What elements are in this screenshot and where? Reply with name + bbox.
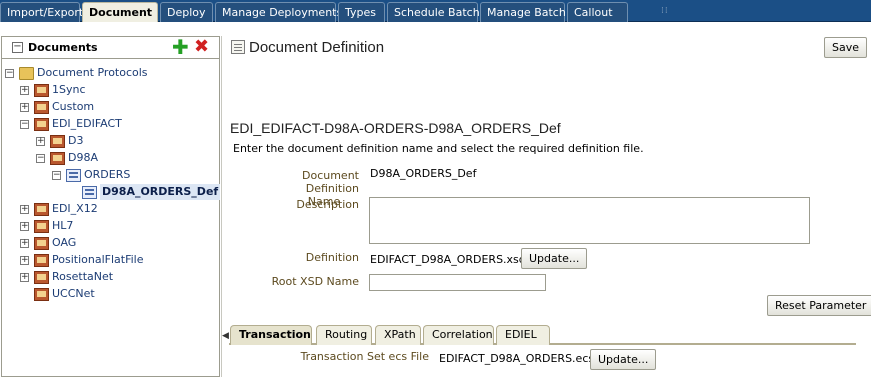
tab-schedule-batch[interactable]: Schedule Batch xyxy=(387,2,480,22)
tab-callout[interactable]: Callout xyxy=(567,2,628,22)
document-protocol-icon xyxy=(50,134,65,148)
tab-document[interactable]: Document xyxy=(82,2,158,22)
toolbar-grip-icon: ⁞⁞ xyxy=(661,6,669,16)
tree-node-label: PositionalFlatFile xyxy=(52,253,144,266)
top-tab-bar: Import/Export Document Deploy Manage Dep… xyxy=(0,0,871,22)
tree-node-label: Custom xyxy=(52,100,95,113)
tree-node-label: OAG xyxy=(52,236,77,249)
tree-node-edi-x12[interactable]: + EDI_X12 xyxy=(20,201,98,218)
document-protocol-icon xyxy=(50,151,65,165)
expand-icon[interactable]: + xyxy=(20,204,29,214)
tree-node-document-protocols[interactable]: − Document Protocols xyxy=(5,65,148,82)
document-protocol-icon xyxy=(34,236,49,250)
definition-file-value: EDIFACT_D98A_ORDERS.xsd xyxy=(370,253,526,266)
document-protocol-icon xyxy=(34,202,49,216)
tab-manage-batch[interactable]: Manage Batch xyxy=(480,2,566,22)
tree-node-oag[interactable]: + OAG xyxy=(20,235,76,252)
navigator-title: Documents xyxy=(28,41,98,54)
expand-icon[interactable]: + xyxy=(20,221,29,231)
document-definition-icon xyxy=(82,185,97,199)
collapse-left-arrow-icon[interactable]: ◀ xyxy=(222,331,229,341)
expand-icon[interactable]: + xyxy=(36,136,45,146)
tree-node-d98a-orders-def[interactable]: D98A_ORDERS_Def xyxy=(82,184,221,201)
definition-update-button[interactable]: Update... xyxy=(521,248,588,269)
document-protocol-icon xyxy=(34,117,49,131)
instruction-text: Enter the document definition name and s… xyxy=(233,142,644,155)
document-protocol-icon xyxy=(34,83,49,97)
definition-heading: EDI_EDIFACT-D98A-ORDERS-D98A_ORDERS_Def xyxy=(230,120,561,136)
document-protocol-icon xyxy=(34,253,49,267)
tab-manage-deployments[interactable]: Manage Deployments xyxy=(215,2,342,22)
document-protocol-icon xyxy=(34,287,49,301)
definition-sub-tabs: Transaction Routing XPath Correlation ED… xyxy=(229,323,856,345)
delete-icon[interactable]: ✖ xyxy=(194,38,209,56)
tree-node-label: ORDERS xyxy=(84,168,131,181)
tree-node-label: 1Sync xyxy=(52,83,86,96)
tab-import-export[interactable]: Import/Export xyxy=(0,2,83,22)
tree-node-custom[interactable]: + Custom xyxy=(20,99,94,116)
tab-correlation[interactable]: Correlation xyxy=(423,325,494,345)
transaction-set-ecs-file-label: Transaction Set ecs File xyxy=(300,350,429,363)
tree-node-orders[interactable]: − ORDERS xyxy=(52,167,130,184)
document-protocol-icon xyxy=(34,270,49,284)
collapse-panel-icon[interactable]: − xyxy=(12,42,23,53)
expand-icon[interactable]: + xyxy=(20,102,29,112)
tab-deploy[interactable]: Deploy xyxy=(160,2,213,22)
tab-xpath[interactable]: XPath xyxy=(375,325,421,345)
tree-node-label: D98A_ORDERS_Def xyxy=(100,184,221,200)
plus-icon[interactable]: ✚ xyxy=(172,37,189,57)
expand-icon[interactable]: + xyxy=(20,255,29,265)
expand-icon[interactable]: + xyxy=(20,85,29,95)
folder-icon xyxy=(19,66,34,80)
save-button[interactable]: Save xyxy=(824,37,868,58)
tree-node-label: D98A xyxy=(68,151,98,164)
tab-routing[interactable]: Routing xyxy=(316,325,372,345)
transaction-tab-content: Transaction Set ecs File EDIFACT_D98A_OR… xyxy=(229,345,856,377)
tab-transaction[interactable]: Transaction xyxy=(230,325,312,345)
tree-node-label: EDI_X12 xyxy=(52,202,98,215)
reset-parameter-button[interactable]: Reset Parameter xyxy=(767,295,871,316)
tree-node-label: RosettaNet xyxy=(52,270,114,283)
collapse-icon[interactable]: − xyxy=(5,68,14,78)
description-textarea[interactable] xyxy=(369,197,810,244)
tree-node-rosettanet[interactable]: + RosettaNet xyxy=(20,269,113,286)
document-protocol-icon xyxy=(34,100,49,114)
document-definition-name-value: D98A_ORDERS_Def xyxy=(370,167,477,180)
definition-label: Definition xyxy=(305,251,359,264)
document-protocol-icon xyxy=(34,219,49,233)
document-definition-panel: Document Definition Save EDI_EDIFACT-D98… xyxy=(229,36,871,377)
document-definition-icon xyxy=(231,40,245,54)
name-label-line-1: Document Definition xyxy=(302,169,359,195)
tree-node-positionalflatfile[interactable]: + PositionalFlatFile xyxy=(20,252,143,269)
tree-node-label: HL7 xyxy=(52,219,74,232)
tree-node-label: UCCNet xyxy=(52,287,95,300)
collapse-icon[interactable]: − xyxy=(20,119,29,129)
expand-icon[interactable]: + xyxy=(20,238,29,248)
collapse-icon[interactable]: − xyxy=(36,153,45,163)
root-xsd-name-label: Root XSD Name xyxy=(271,275,359,288)
navigator-header: − Documents ✚ ✖ xyxy=(2,37,219,59)
tree-node-uccnet[interactable]: UCCNet xyxy=(34,286,95,303)
documents-navigator: − Documents ✚ ✖ − Document Protocols +1Sy… xyxy=(1,36,221,377)
tree-node-label: EDI_EDIFACT xyxy=(52,117,122,130)
tab-types[interactable]: Types xyxy=(338,2,385,22)
tree-node-1sync[interactable]: +1Sync xyxy=(20,82,86,99)
description-label: Description xyxy=(296,198,359,211)
tree-node-label: D3 xyxy=(68,134,84,147)
tree-node-d98a[interactable]: − D98A xyxy=(36,150,98,167)
tree-node-edi-edifact[interactable]: − EDI_EDIFACT xyxy=(20,116,122,133)
page-title: Document Definition xyxy=(249,39,385,56)
tree-node-d3[interactable]: + D3 xyxy=(36,133,83,150)
transaction-set-ecs-file-value: EDIFACT_D98A_ORDERS.ecs xyxy=(439,352,595,365)
tree-node-label: Document Protocols xyxy=(37,66,148,79)
document-type-icon xyxy=(66,168,81,182)
collapse-icon[interactable]: − xyxy=(52,170,61,180)
expand-icon[interactable]: + xyxy=(20,272,29,282)
ecs-update-button[interactable]: Update... xyxy=(590,349,657,370)
root-xsd-name-input[interactable] xyxy=(369,274,546,291)
tab-ediel[interactable]: EDIEL xyxy=(496,325,550,345)
tree-node-hl7[interactable]: + HL7 xyxy=(20,218,73,235)
panel-splitter[interactable] xyxy=(221,36,228,377)
